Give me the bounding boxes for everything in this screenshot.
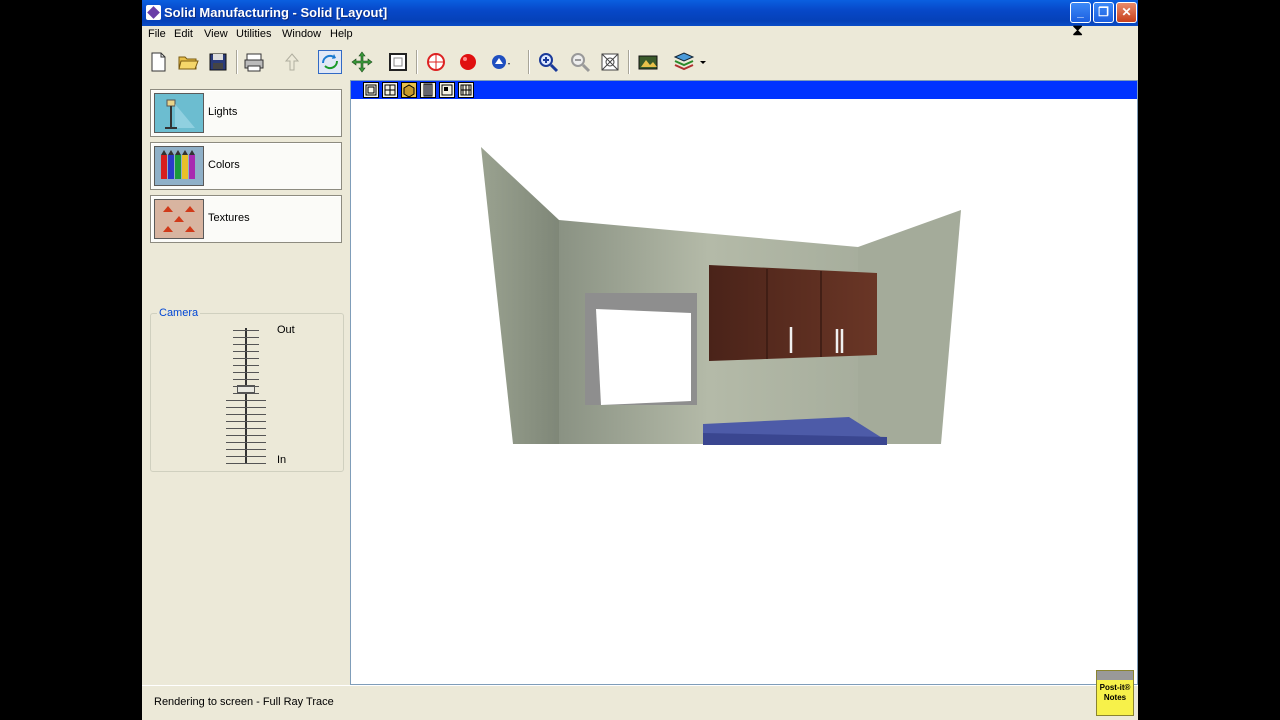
camera-icon[interactable]	[636, 50, 660, 74]
left-wall	[481, 147, 559, 444]
save-icon[interactable]	[206, 50, 230, 74]
elevation-tab-icon[interactable]	[382, 82, 398, 98]
lamp-icon	[154, 93, 204, 133]
menu-help[interactable]: Help	[330, 28, 353, 40]
zoom-out-icon[interactable]	[568, 50, 592, 74]
slider-tick	[233, 372, 259, 373]
new-file-icon[interactable]	[146, 50, 170, 74]
render-icon[interactable]	[488, 50, 512, 74]
postit-notes-icon[interactable]: Post-it® Notes	[1096, 670, 1134, 716]
menu-window[interactable]: Window	[282, 28, 321, 40]
slider-tick	[226, 428, 266, 429]
view-tab-bar	[351, 81, 1137, 99]
toolbar-separator	[416, 50, 418, 74]
zoom-in-icon[interactable]	[536, 50, 560, 74]
menu-utilities[interactable]: Utilities	[236, 28, 271, 40]
upper-cabinet	[709, 265, 877, 361]
slider-tick	[226, 414, 266, 415]
3d-solid-tab-icon[interactable]	[401, 82, 417, 98]
lights-button[interactable]: Lights	[150, 89, 342, 137]
record-icon[interactable]	[456, 50, 480, 74]
floor-plan-tab-icon[interactable]	[363, 82, 379, 98]
slider-tick	[233, 393, 259, 394]
toolbar-separator	[528, 50, 530, 74]
open-folder-icon[interactable]	[176, 50, 200, 74]
grid-view-tab-icon[interactable]	[458, 82, 474, 98]
cabinet-list-tab-icon[interactable]	[420, 82, 436, 98]
colors-button[interactable]: Colors	[150, 142, 342, 190]
slider-tick	[233, 365, 259, 366]
slider-tick	[226, 435, 266, 436]
app-window: Solid Manufacturing - Solid [Layout] _ ❐…	[142, 0, 1138, 720]
menu-file[interactable]: File	[148, 28, 166, 40]
slider-tick	[233, 351, 259, 352]
app-logo-icon[interactable]	[146, 5, 161, 20]
postit-line2: Notes	[1103, 693, 1127, 702]
wall-view-tab-icon[interactable]	[439, 82, 455, 98]
maximize-button[interactable]: ❐	[1093, 2, 1114, 23]
slider-tick	[226, 456, 266, 457]
toolbar-separator	[236, 50, 238, 74]
textures-button[interactable]: Textures	[150, 195, 342, 243]
camera-zoom-slider-track[interactable]	[245, 328, 247, 464]
menu-edit[interactable]: Edit	[174, 28, 193, 40]
camera-in-label: In	[277, 454, 287, 466]
rotate-view-icon[interactable]	[318, 50, 342, 74]
close-button[interactable]: ✕	[1116, 2, 1137, 23]
camera-title: Camera	[157, 307, 201, 319]
zoom-extents-icon[interactable]	[598, 50, 622, 74]
colors-label: Colors	[208, 159, 240, 171]
slider-tick	[233, 344, 259, 345]
fit-frame-icon[interactable]	[386, 50, 410, 74]
title-bar[interactable]: Solid Manufacturing - Solid [Layout] _ ❐…	[142, 0, 1138, 26]
target-icon[interactable]	[424, 50, 448, 74]
crayons-icon	[154, 146, 204, 186]
status-bar: Rendering to screen - Full Ray Trace	[142, 685, 1138, 720]
slider-tick	[226, 407, 266, 408]
postit-line1: Post-it®	[1099, 683, 1131, 692]
slider-tick	[226, 442, 266, 443]
slider-tick	[233, 386, 259, 387]
camera-group: Camera Out In	[150, 307, 344, 472]
pan-icon[interactable]	[350, 50, 374, 74]
slider-tick	[226, 421, 266, 422]
layers-dropdown-chevron-down-icon[interactable]	[698, 50, 708, 74]
camera-out-label: Out	[277, 324, 295, 336]
textures-label: Textures	[208, 212, 250, 224]
menu-view[interactable]: View	[204, 28, 228, 40]
slider-tick	[233, 337, 259, 338]
left-panel: Lights Colors Textures Camera Out In	[142, 80, 350, 685]
texture-tiles-icon	[154, 199, 204, 239]
menu-bar: File Edit View Utilities Window Help	[142, 26, 1138, 44]
hourglass-cursor-icon: ⧗	[1072, 22, 1084, 39]
up-arrow-icon[interactable]	[280, 50, 304, 74]
minimize-button[interactable]: _	[1070, 2, 1091, 23]
slider-tick	[226, 463, 266, 464]
slider-tick	[226, 449, 266, 450]
slider-tick	[226, 400, 266, 401]
3d-viewport[interactable]	[350, 80, 1138, 685]
status-text: Rendering to screen - Full Ray Trace	[154, 696, 334, 708]
layers-icon[interactable]	[672, 50, 696, 74]
slider-tick	[233, 379, 259, 380]
window-title: Solid Manufacturing - Solid [Layout]	[164, 5, 388, 20]
lights-label: Lights	[208, 106, 238, 118]
kitchen-3d-render	[481, 147, 961, 445]
print-icon[interactable]	[242, 50, 266, 74]
slider-tick	[233, 358, 259, 359]
main-toolbar	[142, 44, 1138, 81]
window-glass	[596, 309, 691, 405]
slider-tick	[233, 330, 259, 331]
toolbar-separator	[628, 50, 630, 74]
